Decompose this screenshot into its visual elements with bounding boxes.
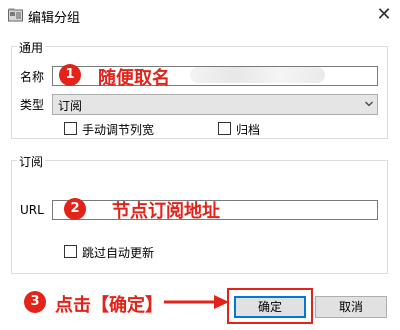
annotation-badge-1: 1 [59,64,81,86]
annotation-badge-3: 3 [24,291,46,313]
archive-checkbox[interactable] [218,122,231,135]
general-group-legend: 通用 [17,39,46,56]
dialog-title: 编辑分组 [28,11,81,26]
cancel-button[interactable]: 取消 [315,296,387,318]
manual-column-width-label: 手动调节列宽 [82,123,155,137]
skip-auto-update-checkbox[interactable] [64,245,77,258]
app-icon [8,8,23,22]
type-select-value: 订阅 [58,99,83,113]
type-label: 类型 [20,98,45,112]
name-label: 名称 [20,70,45,84]
edit-group-dialog: 编辑分组 ✕ 通用 名称 类型 订阅 手动调节列宽 归档 订阅 URL 跳过自动… [0,0,400,330]
arrow-right-icon [164,295,229,309]
title-bar: 编辑分组 ✕ [0,0,400,30]
dropdown-arrow-icon [365,101,373,107]
subscription-group-legend: 订阅 [17,153,46,170]
annotation-text-3: 点击【确定】 [55,295,163,316]
annotation-badge-2: 2 [64,198,86,220]
redacted-name-blur [190,67,325,83]
manual-column-width-checkbox[interactable] [64,122,77,135]
skip-auto-update-label: 跳过自动更新 [82,246,155,260]
url-label: URL [20,203,44,217]
annotation-text-1: 随便取名 [98,68,170,89]
annotation-text-2: 节点订阅地址 [112,201,220,222]
close-icon[interactable]: ✕ [370,1,398,29]
ok-button[interactable]: 确定 [234,296,306,318]
archive-label: 归档 [236,123,261,137]
type-select[interactable]: 订阅 [52,94,378,115]
